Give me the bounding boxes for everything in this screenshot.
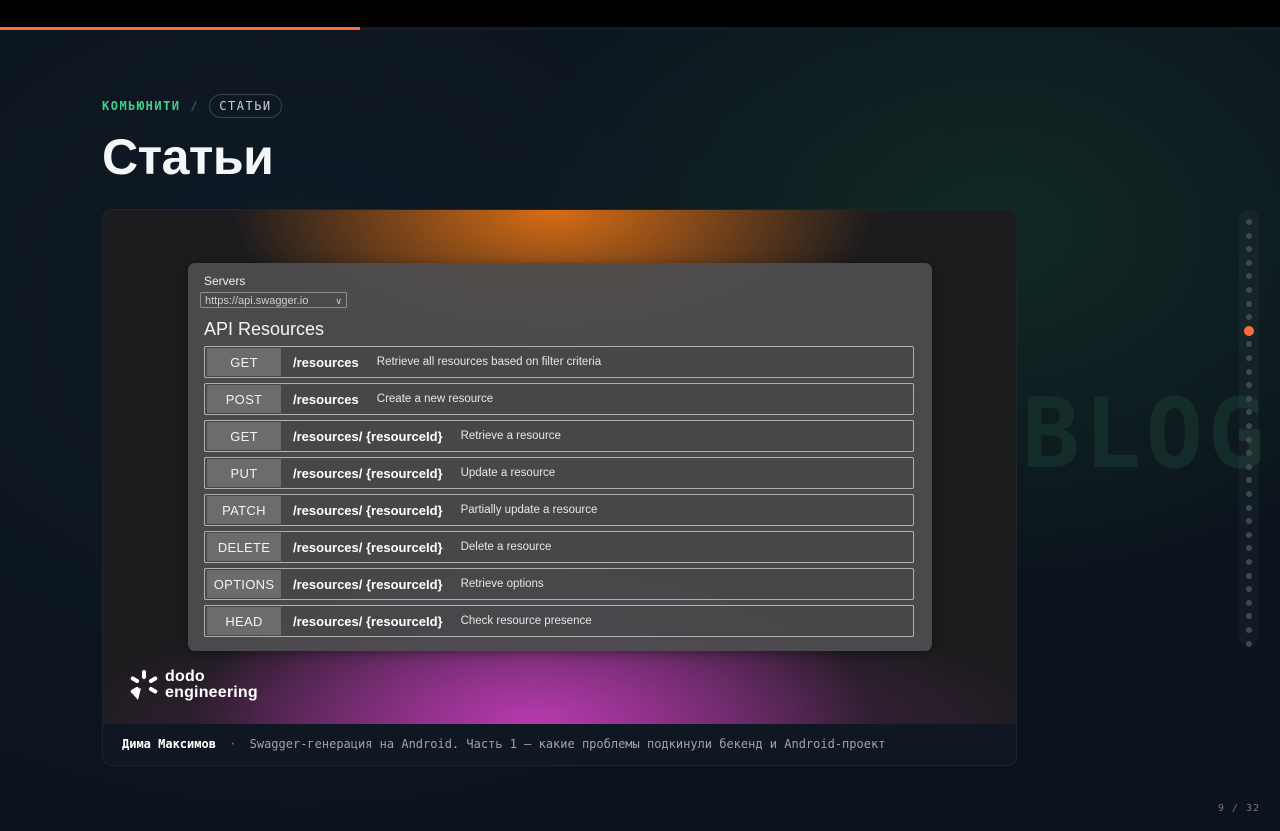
endpoint-description: Partially update a resource xyxy=(460,504,598,516)
slide-dot[interactable] xyxy=(1246,599,1252,606)
total-slides: 32 xyxy=(1245,803,1260,814)
endpoint-description: Retrieve all resources based on filter c… xyxy=(376,356,602,368)
caption-separator: · xyxy=(229,737,237,751)
slide-dot[interactable] xyxy=(1246,219,1252,225)
slide-dot[interactable] xyxy=(1246,341,1252,348)
slide-dot[interactable] xyxy=(1246,409,1252,416)
slide-dot[interactable] xyxy=(1246,559,1252,565)
breadcrumb: КОМЬЮНИТИ / СТАТЬИ xyxy=(102,94,282,118)
endpoint-row[interactable]: OPTIONS/resources/ {resourceId} Retrieve … xyxy=(204,568,914,600)
endpoint-description: Create a new resource xyxy=(376,393,494,405)
slide-dot[interactable] xyxy=(1246,259,1252,266)
http-method-badge: GET xyxy=(207,348,281,376)
endpoint-list: GET/resources Retrieve all resources base… xyxy=(204,346,914,642)
blog-watermark: BLOG xyxy=(1022,378,1270,490)
slide-dot[interactable] xyxy=(1246,232,1252,239)
slide-dot[interactable] xyxy=(1246,314,1252,321)
chevron-down-icon: ∨ xyxy=(335,296,342,306)
slide-dot[interactable] xyxy=(1246,531,1252,538)
top-bar xyxy=(0,0,1280,28)
swagger-panel: Servers https://api.swagger.io ∨ API Res… xyxy=(188,263,932,651)
endpoint-description: Delete a resource xyxy=(460,541,552,553)
slide-dot[interactable] xyxy=(1246,423,1252,429)
slide-dot[interactable] xyxy=(1246,640,1252,647)
slide-dot[interactable] xyxy=(1246,518,1252,525)
dodo-logo-icon xyxy=(130,670,158,700)
slide-dot[interactable] xyxy=(1246,382,1252,389)
http-method-badge: DELETE xyxy=(207,533,281,561)
endpoint-path: /resources xyxy=(293,391,359,407)
http-method-badge: HEAD xyxy=(207,607,281,635)
slide-dot[interactable] xyxy=(1246,613,1252,620)
slide-dot[interactable] xyxy=(1246,545,1252,552)
endpoint-path: /resources/ {resourceId} xyxy=(293,576,443,592)
slide-dot[interactable] xyxy=(1246,395,1252,402)
slide-dot[interactable] xyxy=(1246,436,1252,443)
http-method-badge: PUT xyxy=(207,459,281,487)
dodo-engineering-logo: dodo engineering xyxy=(127,668,258,702)
endpoint-row[interactable]: POST/resources Create a new resource xyxy=(204,383,914,415)
endpoint-path: /resources/ {resourceId} xyxy=(293,613,443,629)
progress-bar xyxy=(0,27,360,30)
http-method-badge: OPTIONS xyxy=(207,570,281,598)
endpoint-path: /resources xyxy=(293,354,359,370)
endpoint-description: Retrieve options xyxy=(460,578,544,590)
slide-navigation-rail xyxy=(1239,209,1259,647)
endpoint-path: /resources/ {resourceId} xyxy=(293,502,443,518)
slide-dot[interactable] xyxy=(1246,586,1252,593)
endpoint-path: /resources/ {resourceId} xyxy=(293,465,443,481)
endpoint-row[interactable]: HEAD/resources/ {resourceId} Check resour… xyxy=(204,605,914,637)
endpoint-row[interactable]: PATCH/resources/ {resourceId} Partially u… xyxy=(204,494,914,526)
article-author: Дима Максимов xyxy=(122,737,216,751)
slide-dot-active[interactable] xyxy=(1244,325,1254,336)
endpoint-description: Check resource presence xyxy=(460,615,592,627)
endpoint-path: /resources/ {resourceId} xyxy=(293,428,443,444)
http-method-badge: POST xyxy=(207,385,281,413)
current-slide: 9 xyxy=(1217,803,1225,814)
slide-dot[interactable] xyxy=(1246,463,1252,470)
article-cover-image: Servers https://api.swagger.io ∨ API Res… xyxy=(103,210,1016,724)
server-url: https://api.swagger.io xyxy=(205,295,309,307)
slide-counter: 9 / 32 xyxy=(1218,803,1260,814)
article-card[interactable]: Servers https://api.swagger.io ∨ API Res… xyxy=(102,209,1017,766)
slide-dot[interactable] xyxy=(1246,491,1252,497)
servers-label: Servers xyxy=(204,274,246,288)
http-method-badge: PATCH xyxy=(207,496,281,524)
pager-separator: / xyxy=(1231,803,1239,814)
http-method-badge: GET xyxy=(207,422,281,450)
slide-dot[interactable] xyxy=(1246,273,1252,280)
endpoint-description: Retrieve a resource xyxy=(460,430,561,442)
article-title: Swagger-генерация на Android. Часть 1 — … xyxy=(249,737,886,751)
logo-text-dodo: dodo xyxy=(165,668,205,685)
slide-dot[interactable] xyxy=(1246,504,1252,511)
slide-dot[interactable] xyxy=(1246,450,1252,457)
api-resources-heading: API Resources xyxy=(204,319,325,339)
slide-dot[interactable] xyxy=(1246,300,1252,307)
slide-dot[interactable] xyxy=(1246,355,1252,361)
breadcrumb-current: СТАТЬИ xyxy=(209,94,282,118)
slide-dot[interactable] xyxy=(1246,246,1252,253)
slide-dot[interactable] xyxy=(1246,572,1252,579)
article-caption: Дима Максимов · Swagger-генерация на And… xyxy=(122,737,885,751)
endpoint-row[interactable]: GET/resources Retrieve all resources base… xyxy=(204,346,914,378)
logo-wordmark: dodo engineering xyxy=(165,669,258,701)
endpoint-description: Update a resource xyxy=(460,467,556,479)
endpoint-path: /resources/ {resourceId} xyxy=(293,539,443,555)
slide-dot[interactable] xyxy=(1246,287,1252,293)
server-select: https://api.swagger.io ∨ xyxy=(200,292,347,308)
page-title: Статьи xyxy=(102,129,274,185)
endpoint-row[interactable]: DELETE/resources/ {resourceId} Delete a r… xyxy=(204,531,914,563)
endpoint-row[interactable]: GET/resources/ {resourceId} Retrieve a re… xyxy=(204,420,914,452)
breadcrumb-community-link[interactable]: КОМЬЮНИТИ xyxy=(102,99,181,113)
slide-dot[interactable] xyxy=(1246,477,1252,484)
endpoint-row[interactable]: PUT/resources/ {resourceId} Update a reso… xyxy=(204,457,914,489)
breadcrumb-separator: / xyxy=(190,99,200,113)
slide-dot[interactable] xyxy=(1246,627,1252,633)
slide-dot[interactable] xyxy=(1246,368,1252,375)
logo-text-engineering: engineering xyxy=(165,684,258,701)
